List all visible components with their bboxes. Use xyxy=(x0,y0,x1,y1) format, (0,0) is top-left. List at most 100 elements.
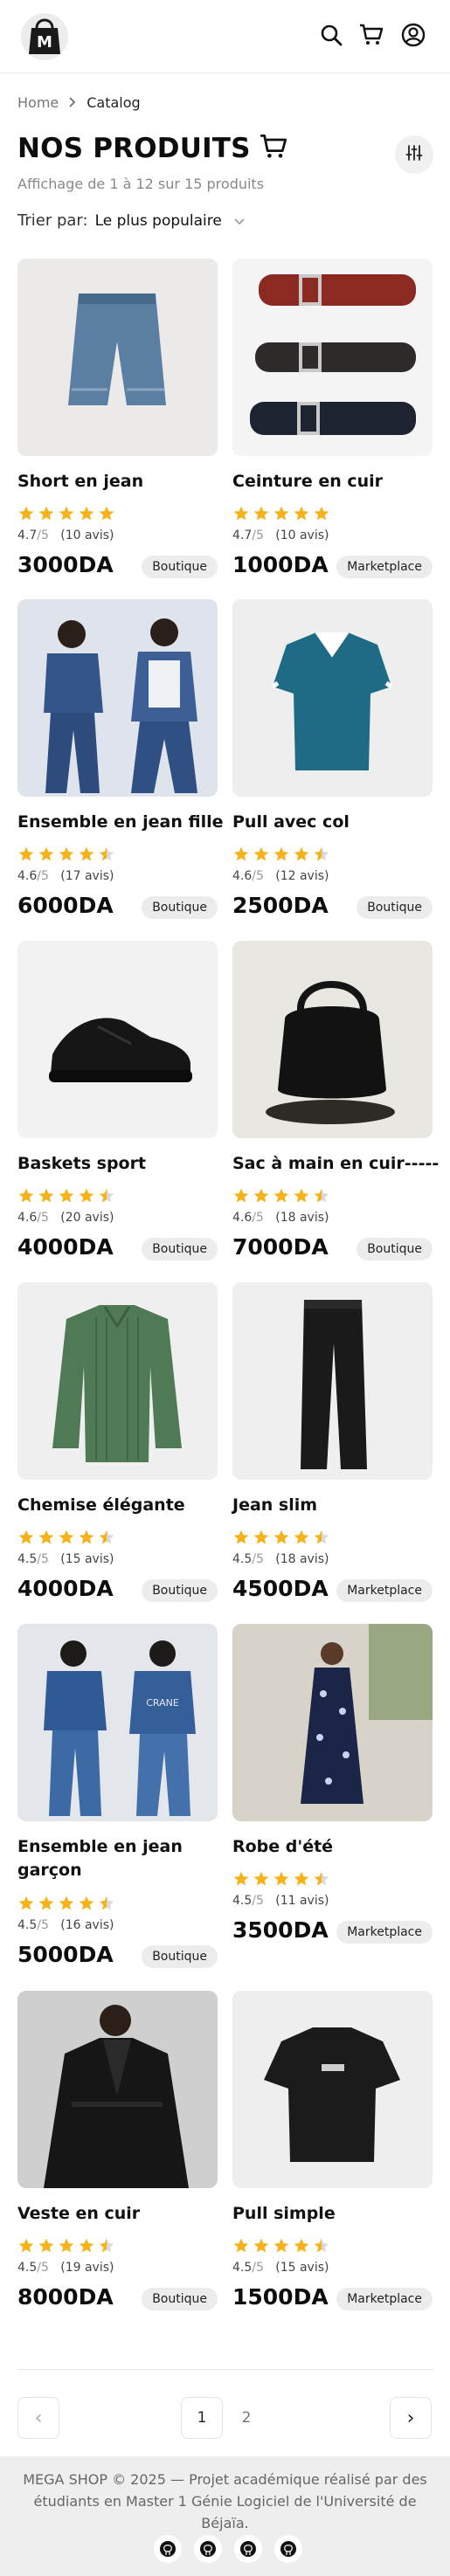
star-icon xyxy=(17,1895,35,1916)
product-name[interactable]: Chemise élégante xyxy=(17,1494,227,1517)
star-icon xyxy=(17,2237,35,2258)
star-icon xyxy=(17,505,35,526)
product-image-black-sneakers[interactable] xyxy=(17,941,218,1138)
search-icon[interactable] xyxy=(317,21,345,49)
svg-text:CRANE: CRANE xyxy=(146,1697,179,1709)
page-2-button[interactable]: 2 xyxy=(225,2397,267,2439)
product-image-leather-jacket[interactable] xyxy=(17,1991,218,2188)
cart-icon[interactable] xyxy=(357,21,385,49)
star-icon xyxy=(17,846,35,867)
review-count: (16 avis) xyxy=(60,1918,114,1932)
page-header: NOS PRODUITS xyxy=(17,133,287,164)
star-icon xyxy=(38,1187,55,1208)
github-icon[interactable] xyxy=(274,2535,302,2563)
product-card[interactable]: Veste en cuir 4.5/5 (19 avis) 8000DA Bou… xyxy=(17,1991,218,2310)
star-icon xyxy=(253,1870,270,1891)
chevron-right-icon: › xyxy=(406,2407,415,2429)
github-icon[interactable] xyxy=(154,2535,182,2563)
star-icon xyxy=(38,505,55,526)
product-card[interactable]: Ceinture en cuir 4.7/5 (10 avis) 1000DA … xyxy=(232,259,433,578)
product-image-girl-denim-set[interactable] xyxy=(17,599,218,797)
sort-select[interactable]: Le plus populaire xyxy=(95,212,222,230)
product-name[interactable]: Jean slim xyxy=(232,1494,442,1517)
github-icon[interactable] xyxy=(234,2535,262,2563)
product-image-boy-denim-set[interactable]: CRANE xyxy=(17,1624,218,1821)
product-name[interactable]: Baskets sport xyxy=(17,1152,227,1176)
star-icon xyxy=(78,2237,95,2258)
product-card[interactable]: Sac à main en cuir----- 4.6/5 (18 avis) … xyxy=(232,941,439,1260)
seller-badge: Boutique xyxy=(142,896,218,919)
page-title: NOS PRODUITS xyxy=(17,133,251,164)
star-icon xyxy=(58,1895,75,1916)
next-page-button[interactable]: › xyxy=(390,2397,432,2439)
star-icon xyxy=(232,1187,250,1208)
rating-text: 4.6/5 (12 avis) xyxy=(232,869,329,883)
star-icon xyxy=(293,2237,310,2258)
product-card[interactable]: Pull avec col 4.6/5 (12 avis) 2500DA Bou… xyxy=(232,599,433,919)
star-icon xyxy=(232,1870,250,1891)
product-name[interactable]: Ceinture en cuir xyxy=(232,470,442,494)
product-image-black-tshirt[interactable] xyxy=(232,1991,433,2188)
breadcrumb-home[interactable]: Home xyxy=(17,94,59,111)
product-name[interactable]: Veste en cuir xyxy=(17,2202,227,2226)
product-card[interactable]: Robe d'été 4.5/5 (11 avis) 3500DA Market… xyxy=(232,1624,433,1944)
rating-scale: /5 xyxy=(37,1552,49,1566)
product-image-teal-polo[interactable] xyxy=(232,599,433,797)
product-name[interactable]: Short en jean xyxy=(17,470,227,494)
rating-text: 4.5/5 (18 avis) xyxy=(232,1552,329,1566)
product-card[interactable]: Jean slim 4.5/5 (18 avis) 4500DA Marketp… xyxy=(232,1282,433,1602)
seller-badge: Marketplace xyxy=(336,1579,433,1602)
shop-logo[interactable]: M xyxy=(19,9,70,63)
product-name[interactable]: Sac à main en cuir----- xyxy=(232,1152,442,1176)
breadcrumb-current: Catalog xyxy=(87,94,141,111)
star-icon xyxy=(273,1529,290,1550)
product-card[interactable]: Chemise élégante 4.5/5 (15 avis) 4000DA … xyxy=(17,1282,218,1602)
rating-value: 4.5 xyxy=(232,2261,253,2275)
star-icon xyxy=(38,1529,55,1550)
star-icon xyxy=(98,1895,115,1916)
footer-text: MEGA SHOP © 2025 — Projet académique réa… xyxy=(23,2471,427,2531)
product-image-black-handbag[interactable] xyxy=(232,941,433,1138)
product-image-black-jeans[interactable] xyxy=(232,1282,433,1480)
product-name[interactable]: Ensemble en jean fille xyxy=(17,811,227,834)
product-name[interactable]: Pull avec col xyxy=(232,811,442,834)
user-icon[interactable] xyxy=(399,21,427,49)
product-image-denim-shorts[interactable] xyxy=(17,259,218,456)
filter-button[interactable] xyxy=(395,135,433,174)
cart-icon xyxy=(260,134,287,163)
sliders-icon xyxy=(405,144,423,165)
rating-stars xyxy=(232,1187,330,1208)
rating-text: 4.6/5 (18 avis) xyxy=(232,1211,329,1225)
rating-value: 4.5 xyxy=(17,1918,38,1932)
product-card[interactable]: CRANE Ensemble en jean garçon 4.5/5 (16 … xyxy=(17,1624,218,1968)
star-icon xyxy=(313,2237,330,2258)
rating-scale: /5 xyxy=(252,1552,264,1566)
product-name[interactable]: Ensemble en jean garçon xyxy=(17,1835,192,1882)
rating-text: 4.5/5 (15 avis) xyxy=(17,1552,114,1566)
prev-page-button[interactable]: ‹ xyxy=(17,2397,59,2439)
product-image-floral-dress[interactable] xyxy=(232,1624,433,1821)
product-card[interactable]: Ensemble en jean fille 4.6/5 (17 avis) 6… xyxy=(17,599,224,919)
review-count: (15 avis) xyxy=(275,2261,329,2275)
page-1-button[interactable]: 1 xyxy=(181,2397,223,2439)
product-image-leather-belts[interactable] xyxy=(232,259,433,456)
star-icon xyxy=(273,2237,290,2258)
star-icon xyxy=(78,1529,95,1550)
rating-text: 4.5/5 (19 avis) xyxy=(17,2261,114,2275)
rating-scale: /5 xyxy=(252,1894,264,1908)
product-image-green-shirt[interactable] xyxy=(17,1282,218,1480)
product-name[interactable]: Pull simple xyxy=(232,2202,442,2226)
sort-control[interactable]: Trier par: Le plus populaire xyxy=(17,211,245,230)
star-icon xyxy=(58,1529,75,1550)
star-icon xyxy=(98,846,115,867)
product-card[interactable]: Baskets sport 4.6/5 (20 avis) 4000DA Bou… xyxy=(17,941,218,1260)
seller-badge: Boutique xyxy=(142,1238,218,1260)
rating-text: 4.5/5 (11 avis) xyxy=(232,1894,329,1908)
github-icon[interactable] xyxy=(194,2535,222,2563)
product-card[interactable]: Short en jean 4.7/5 (10 avis) 3000DA Bou… xyxy=(17,259,218,578)
product-name[interactable]: Robe d'été xyxy=(232,1835,442,1859)
product-price: 4500DA xyxy=(232,1576,329,1601)
star-icon xyxy=(313,505,330,526)
rating-text: 4.6/5 (17 avis) xyxy=(17,869,114,883)
product-card[interactable]: Pull simple 4.5/5 (15 avis) 1500DA Marke… xyxy=(232,1991,433,2310)
